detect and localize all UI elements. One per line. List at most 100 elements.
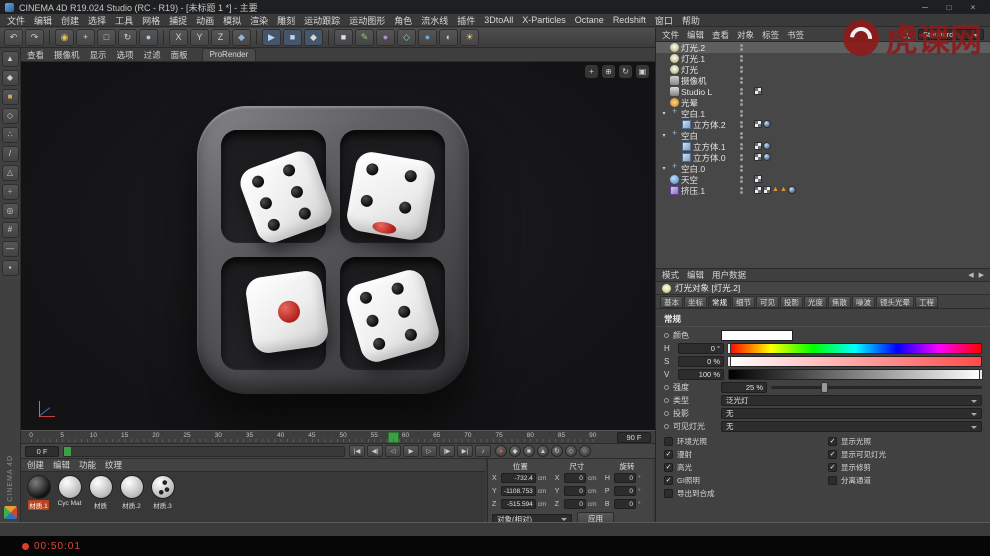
current-frame-marker[interactable] <box>388 432 400 443</box>
record-position-button[interactable]: ■ <box>523 445 535 457</box>
play-button[interactable]: ▶ <box>403 445 419 457</box>
prev-key-button[interactable]: ◀| <box>367 445 383 457</box>
record-parameter-button[interactable]: ◇ <box>565 445 577 457</box>
material-item[interactable]: 材质.1 <box>25 475 52 510</box>
prorender-tab[interactable]: ProRender <box>201 48 257 61</box>
coordinate-system-icon[interactable]: ◆ <box>232 29 251 46</box>
bar-handle[interactable] <box>727 343 731 354</box>
expand-arrow-icon[interactable]: ▾ <box>660 132 668 139</box>
visibility-toggle[interactable] <box>740 132 743 139</box>
menubar-item[interactable]: 模拟 <box>223 14 241 27</box>
checkbox[interactable]: ✓ <box>664 450 673 459</box>
expand-arrow-icon[interactable]: ▾ <box>660 110 668 117</box>
bar-handle[interactable] <box>979 369 983 380</box>
visibility-toggle[interactable] <box>740 99 743 106</box>
viewport-menu-item[interactable]: 查看 <box>27 49 44 61</box>
hsv-value-bar[interactable] <box>728 369 983 380</box>
menubar-item[interactable]: 捕捉 <box>169 14 187 27</box>
object-row[interactable]: 灯光 <box>656 64 990 75</box>
maximize-button[interactable]: □ <box>937 3 961 12</box>
light-icon[interactable]: ☀ <box>460 29 479 46</box>
zoom-view-icon[interactable]: ⊕ <box>602 65 615 78</box>
spline-pen-icon[interactable]: ✎ <box>355 29 374 46</box>
hsv-value-field[interactable]: 0 % <box>678 356 724 367</box>
param-dropdown[interactable]: 泛光灯 <box>721 395 982 406</box>
attribute-tab[interactable]: 细节 <box>732 296 755 308</box>
texture-tag-icon[interactable] <box>754 175 762 183</box>
menubar-item[interactable]: 渲染 <box>250 14 268 27</box>
object-row[interactable]: 光晕 <box>656 97 990 108</box>
polygons-mode-icon[interactable]: △ <box>1 165 19 181</box>
enable-snap-icon[interactable]: # <box>1 222 19 238</box>
attribute-tab[interactable]: 可见 <box>756 296 779 308</box>
goto-end-button[interactable]: ▶| <box>457 445 473 457</box>
menubar-item[interactable]: 选择 <box>88 14 106 27</box>
param-dropdown[interactable]: 无 <box>721 421 982 432</box>
start-frame-field[interactable]: 0 F <box>25 445 59 457</box>
attribute-tab[interactable]: 光度 <box>804 296 827 308</box>
material-item[interactable]: 材质.3 <box>149 475 176 510</box>
visibility-toggle[interactable] <box>740 165 743 172</box>
menubar-item[interactable]: 3DtoAll <box>484 15 513 25</box>
hsv-hue-bar[interactable] <box>727 343 982 354</box>
environment-icon[interactable]: ● <box>418 29 437 46</box>
coordinate-field[interactable]: 0 <box>613 499 637 509</box>
undo-icon[interactable]: ↶ <box>4 29 23 46</box>
menubar-item[interactable]: 创建 <box>61 14 79 27</box>
live-selection-icon[interactable]: ◉ <box>55 29 74 46</box>
points-mode-icon[interactable]: ∴ <box>1 127 19 143</box>
attribute-tab[interactable]: 焦散 <box>828 296 851 308</box>
coordinate-field[interactable]: -1108.753 <box>501 486 536 496</box>
move-tool-icon[interactable]: + <box>76 29 95 46</box>
attribute-tab[interactable]: 基本 <box>660 296 683 308</box>
checkbox[interactable]: ✓ <box>664 476 673 485</box>
object-row[interactable]: 立方体.1 <box>656 141 990 152</box>
attribute-tab[interactable]: 坐标 <box>684 296 707 308</box>
redo-icon[interactable]: ↷ <box>25 29 44 46</box>
menubar-item[interactable]: X-Particles <box>522 15 566 25</box>
make-editable-icon[interactable]: ▲ <box>1 51 19 67</box>
menubar-item[interactable]: Octane <box>575 15 604 25</box>
material-menu-item[interactable]: 功能 <box>79 459 96 471</box>
visibility-toggle[interactable] <box>740 66 743 73</box>
lock-workplane-icon[interactable]: ▪ <box>1 260 19 276</box>
attribute-tab[interactable]: 投影 <box>780 296 803 308</box>
phong-tag-icon[interactable] <box>763 153 771 161</box>
visibility-toggle[interactable] <box>740 88 743 95</box>
record-rotation-button[interactable]: ↻ <box>551 445 563 457</box>
attribute-tab[interactable]: 工程 <box>915 296 938 308</box>
menubar-item[interactable]: 运动图形 <box>349 14 385 27</box>
lock-z-axis-icon[interactable]: Z <box>211 29 230 46</box>
visibility-toggle[interactable] <box>740 176 743 183</box>
viewport-solo-icon[interactable]: ◎ <box>1 203 19 219</box>
edges-mode-icon[interactable]: / <box>1 146 19 162</box>
texture-tag-icon[interactable] <box>754 142 762 150</box>
enable-axis-icon[interactable]: + <box>1 184 19 200</box>
rotate-tool-icon[interactable]: ↻ <box>118 29 137 46</box>
subdivision-surface-icon[interactable]: ● <box>376 29 395 46</box>
menubar-item[interactable]: 窗口 <box>655 14 673 27</box>
phong-tag-icon[interactable] <box>787 186 796 194</box>
visibility-toggle[interactable] <box>740 44 743 51</box>
animation-dot-icon[interactable] <box>664 411 669 416</box>
menubar-item[interactable]: 文件 <box>7 14 25 27</box>
visibility-toggle[interactable] <box>740 55 743 62</box>
texture-mode-icon[interactable]: ■ <box>1 89 19 105</box>
menubar-item[interactable]: Redshift <box>613 15 646 25</box>
checkbox[interactable] <box>664 489 673 498</box>
color-swatch[interactable] <box>721 330 793 341</box>
object-row[interactable]: ▾空白.0 <box>656 162 990 174</box>
viewport-menu-item[interactable]: 过滤 <box>144 49 161 61</box>
phong-tag-icon[interactable] <box>763 142 771 150</box>
animation-dot-icon[interactable] <box>664 333 669 338</box>
bar-handle[interactable] <box>727 356 731 367</box>
model-mode-icon[interactable]: ◆ <box>1 70 19 86</box>
coordinate-field[interactable]: 0 <box>563 499 586 509</box>
menubar-item[interactable]: 插件 <box>457 14 475 27</box>
orbit-view-icon[interactable]: ↻ <box>619 65 632 78</box>
texture-tag-icon[interactable] <box>763 186 771 194</box>
object-row[interactable]: 挤压.1 ▲ ▲ <box>656 185 990 196</box>
render-picture-viewer-icon[interactable]: ■ <box>283 29 302 46</box>
menubar-item[interactable]: 流水线 <box>421 14 448 27</box>
material-menu-item[interactable]: 编辑 <box>53 459 70 471</box>
